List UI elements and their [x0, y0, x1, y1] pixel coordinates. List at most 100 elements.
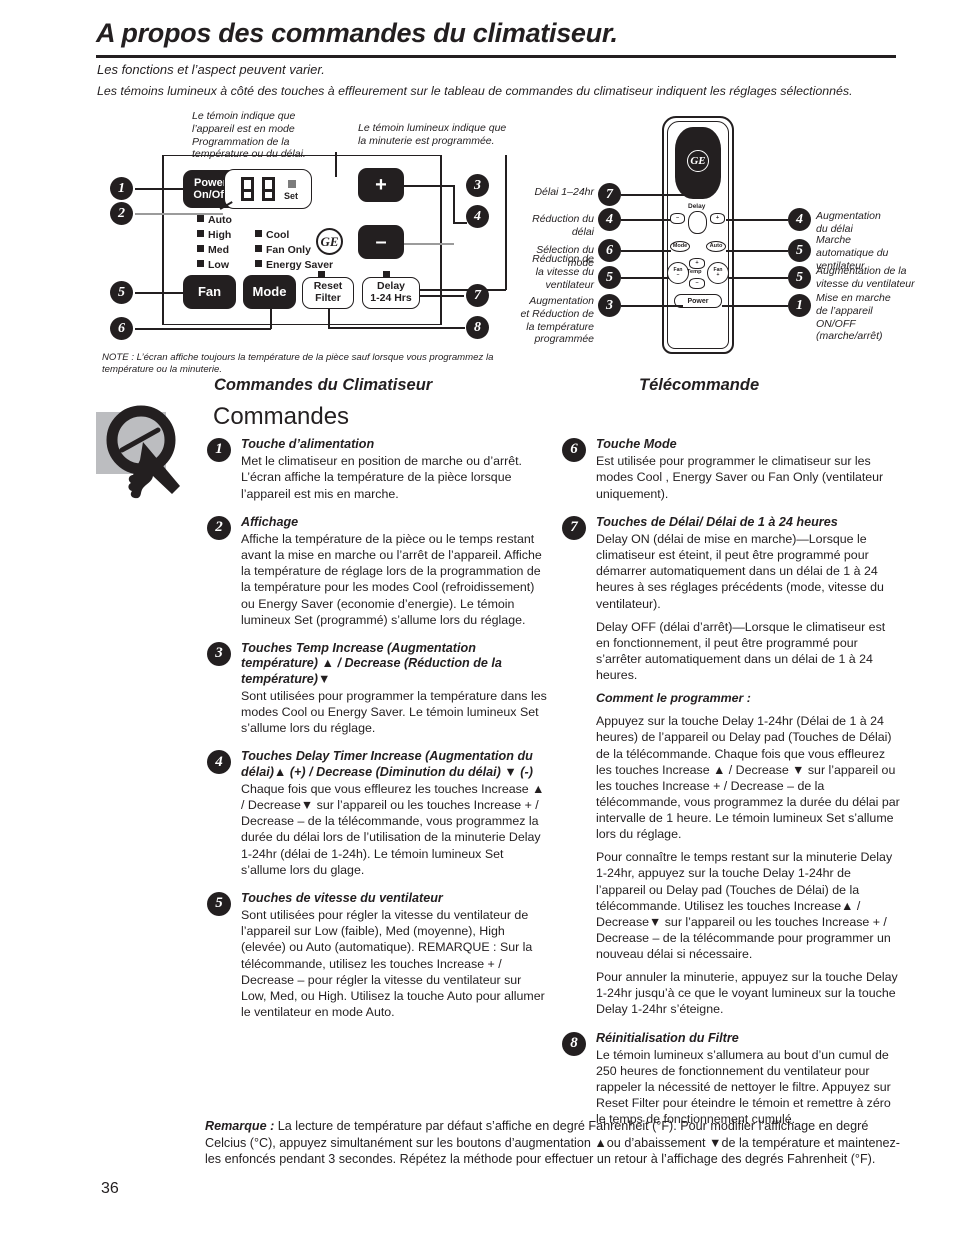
remote-callout-right-3: 1	[788, 294, 811, 317]
set-indicator-label: Set	[284, 191, 299, 201]
leader-8b	[328, 327, 465, 329]
indicator-label-auto: Auto	[208, 214, 232, 226]
item-body: Pour annuler la minuterie, appuyez sur l…	[596, 970, 898, 1017]
remote-label-right-3: Mise en marche de l’appareil ON/OFF (mar…	[816, 292, 891, 343]
indicator-label-low: Low	[208, 259, 229, 271]
callout-1: 1	[110, 177, 133, 200]
leader-7	[420, 295, 464, 297]
remote-fan-minus-label: Fan –	[673, 267, 683, 278]
remote-auto-label: Auto	[709, 242, 723, 249]
remote-mode-label: Mode	[672, 242, 688, 249]
item-title: Touches Delay Timer Increase (Augmentati…	[241, 749, 533, 779]
heading-remote: Télécommande	[639, 376, 760, 394]
item-title: Touches de Délai/ Délai de 1 à 24 heures	[596, 514, 838, 529]
remote-callout-left-4: 3	[598, 294, 621, 317]
leader-3c	[453, 222, 467, 224]
remote-label-right-0: Augmentation du délai	[816, 210, 881, 235]
item-body: Pour connaître le temps restant sur la m…	[596, 850, 893, 962]
controls-list-right: 6 Touche Mode Est utilisée pour programm…	[560, 437, 902, 1141]
item-number: 5	[207, 891, 231, 916]
fan-button-label: Fan	[197, 283, 222, 299]
indicator-label-high: High	[208, 229, 232, 241]
item-number: 6	[562, 438, 586, 462]
remote-leader-right-2	[729, 277, 788, 279]
delay-button[interactable]: Delay 1-24 Hrs	[362, 277, 420, 309]
remote-delay-increase-button[interactable]: +	[710, 213, 725, 224]
item-body: Appuyez sur la touche Delay 1-24hr (Déla…	[596, 714, 900, 842]
item-title: Touche Mode	[596, 437, 677, 451]
remote-leader-right-0	[726, 219, 788, 221]
remote-temp-label: Temp	[687, 269, 702, 275]
remote-fan-increase-button[interactable]: Fan +	[707, 262, 729, 284]
panel-annotation-left: Le témoin indique que l’appareil est en …	[192, 110, 306, 161]
minus-icon: –	[375, 230, 387, 253]
remote-temp-plus-icon: +	[695, 259, 699, 266]
remote-delay-plus-icon: +	[715, 214, 720, 221]
remote-label-left-4: Augmentation et Réduction de la températ…	[520, 295, 594, 346]
set-indicator-led	[288, 180, 296, 188]
item-body: Chaque fois que vous effleurez les touch…	[241, 782, 545, 877]
power-button-label-line2: On/Off	[193, 189, 228, 201]
item-number: 8	[562, 1031, 586, 1056]
remote-leader-left-3	[621, 277, 669, 279]
callout-3: 3	[466, 174, 489, 197]
seven-segment-digit-1	[240, 177, 255, 201]
callout-2: 2	[110, 202, 133, 225]
fan-button[interactable]: Fan	[183, 275, 236, 309]
reset-filter-label-line2: Filter	[315, 292, 341, 304]
list-item: 2 Affichage Affiche la température de la…	[205, 515, 550, 628]
indicator-led-high	[197, 230, 204, 237]
remote-callout-right-0: 4	[788, 208, 811, 231]
temp-decrease-button[interactable]: –	[358, 225, 404, 259]
list-item: 8 Réinitialisation du Filtre Le témoin l…	[560, 1031, 902, 1128]
remote-leader-left-1	[621, 219, 671, 221]
indicator-low: Low	[197, 259, 229, 271]
remote-leader-left-0	[621, 194, 696, 196]
list-item: 7 Touches de Délai/ Délai de 1 à 24 heur…	[560, 515, 902, 1018]
indicator-cool: Cool	[255, 229, 289, 241]
reset-filter-button[interactable]: Reset Filter	[302, 277, 354, 309]
mode-button[interactable]: Mode	[243, 275, 296, 309]
indicator-label-cool: Cool	[266, 229, 290, 241]
item-title: Touches Temp Increase (Augmentation temp…	[241, 640, 502, 686]
remote-delay-button[interactable]	[688, 211, 707, 234]
list-item: 6 Touche Mode Est utilisée pour programm…	[560, 437, 902, 502]
display-screen: Set	[224, 169, 312, 209]
list-item: 4 Touches Delay Timer Increase (Augmenta…	[205, 749, 550, 877]
power-button-label-line1: Power	[193, 176, 227, 189]
remote-temp-decrease-button[interactable]: –	[689, 278, 705, 289]
indicator-led-cool	[255, 230, 262, 237]
controls-list-left: 1 Touche d’alimentation Met le climatise…	[205, 437, 550, 1033]
remote-temp-increase-button[interactable]: +	[689, 258, 705, 269]
indicator-led-fan-only	[255, 245, 262, 252]
item-body: Delay ON (délai de mise en marche)—Lorsq…	[596, 532, 884, 611]
indicator-fan-only: Fan Only	[255, 244, 311, 256]
remote-auto-button[interactable]: Auto	[706, 241, 726, 252]
indicator-energy-saver: Energy Saver	[255, 259, 333, 271]
heading-controls-subtitle: Commandes du Climatiseur	[214, 376, 433, 394]
indicator-label-fan-only: Fan Only	[266, 244, 311, 256]
plus-icon: +	[375, 173, 387, 196]
remote-fan-decrease-button[interactable]: Fan –	[667, 262, 689, 284]
item-number: 4	[207, 750, 231, 775]
item-body: Met le climatiseur en position de marche…	[241, 454, 522, 501]
item-title: Affichage	[241, 514, 299, 529]
remote-leader-left-2	[621, 250, 671, 252]
callout-8: 8	[466, 316, 489, 339]
list-item: 1 Touche d’alimentation Met le climatise…	[205, 437, 550, 502]
remote-leader-right-1	[726, 250, 788, 252]
remote-leader-right-3	[722, 305, 788, 307]
remote-power-label: Power	[687, 297, 709, 305]
temp-increase-button[interactable]: +	[358, 168, 404, 202]
remote-callout-left-1: 4	[598, 208, 621, 231]
page-title: A propos des commandes du climatiseur.	[96, 18, 618, 48]
remote-control-diagram: GE Delay – + Mode Auto Fan – Fan + + Tem…	[510, 110, 915, 360]
indicator-led-energy-saver	[255, 260, 262, 267]
remote-delay-decrease-button[interactable]: –	[670, 213, 685, 224]
remote-temp-minus-icon: –	[695, 279, 699, 286]
remote-delay-minus-icon: –	[675, 214, 680, 221]
panel-annotation-right: Le témoin lumineux indique que la minute…	[358, 122, 507, 147]
remote-mode-button[interactable]: Mode	[670, 241, 690, 252]
remote-leader-left-4	[621, 305, 683, 307]
remote-label-right-2: Augmentation de la vitesse du ventilateu…	[816, 265, 915, 290]
